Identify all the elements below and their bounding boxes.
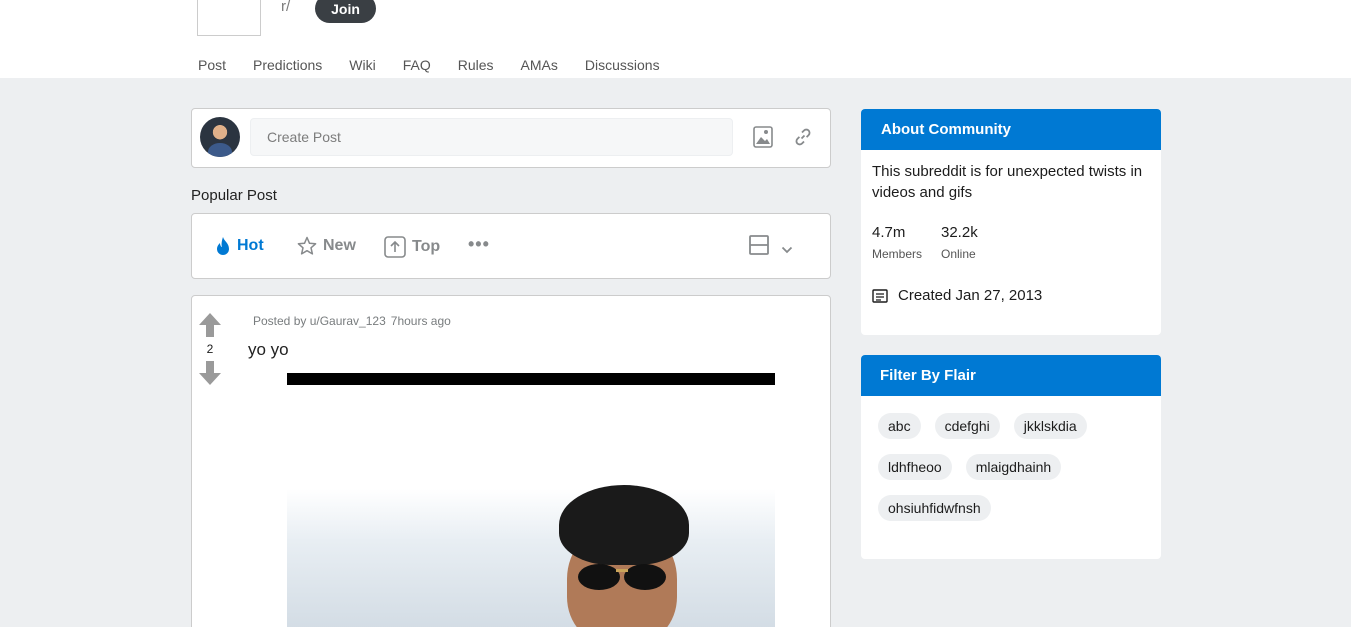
post-card[interactable]: 2 Posted by u/Gaurav_123 7hours ago yo yo [191,295,831,627]
popular-post-label: Popular Post [191,187,277,204]
more-options-icon[interactable]: ••• [468,234,490,255]
create-post-input[interactable] [250,118,733,156]
sort-hot[interactable]: Hot [215,236,264,256]
top-arrow-icon [384,236,406,258]
sort-top-label: Top [412,238,441,255]
post-meta: Posted by u/Gaurav_123 7hours ago [253,314,456,328]
flair-chip[interactable]: abc [878,413,921,439]
flair-chip[interactable]: cdefghi [934,413,1000,439]
tab-predictions[interactable]: Predictions [253,57,322,73]
downvote-icon[interactable] [198,360,222,391]
community-icon [197,0,261,36]
about-community-card: About Community This subreddit is for un… [861,109,1161,335]
tab-wiki[interactable]: Wiki [349,57,375,73]
image-icon[interactable] [753,126,773,148]
sort-top[interactable]: Top [384,236,440,258]
tab-discussions[interactable]: Discussions [585,57,660,73]
sort-hot-label: Hot [237,237,264,254]
person-hair [559,485,689,565]
create-post-box [191,108,831,168]
about-community-heading: About Community [861,109,1161,150]
flair-chip[interactable]: ldhfheoo [878,454,952,480]
sunglasses [578,564,666,590]
members-label: Members [872,247,923,261]
tab-faq[interactable]: FAQ [403,57,431,73]
community-tabs: Post Predictions Wiki FAQ Rules AMAs Dis… [198,57,687,73]
filter-by-flair-heading: Filter By Flair [861,355,1161,396]
post-time: 7hours ago [390,314,451,328]
flame-icon [217,237,229,255]
members-stat: 4.7m Members [872,224,922,261]
flair-chip[interactable]: mlaigdhainh [965,454,1062,480]
sort-new-label: New [323,237,356,254]
created-text: Created Jan 27, 2013 [898,287,1043,304]
chevron-down-icon[interactable] [781,241,793,259]
upvote-icon[interactable] [198,312,222,343]
tab-rules[interactable]: Rules [458,57,494,73]
user-avatar[interactable] [200,117,240,157]
community-header: r/ Join Post Predictions Wiki FAQ Rules … [0,0,1351,78]
created-date: Created Jan 27, 2013 [872,287,1042,304]
online-stat: 32.2k Online [941,224,978,261]
star-icon [297,236,317,255]
community-name[interactable]: r/ [281,0,290,15]
link-icon[interactable] [793,127,813,147]
post-title[interactable]: yo yo [248,340,289,360]
card-view-icon[interactable] [749,235,769,260]
flair-chip[interactable]: jkklskdia [1013,413,1087,439]
sort-new[interactable]: New [297,236,356,256]
vote-count: 2 [206,342,214,356]
flair-chip[interactable]: ohsiuhfidwfnsh [878,495,991,521]
online-label: Online [941,247,976,261]
join-button[interactable]: Join [315,0,376,23]
online-count: 32.2k [941,224,978,241]
post-author[interactable]: Posted by u/Gaurav_123 [253,314,386,328]
tab-amas[interactable]: AMAs [521,57,558,73]
post-image[interactable] [287,385,775,627]
filter-by-flair-card: Filter By Flair abc cdefghi jkklskdia ld… [861,355,1161,559]
tab-post[interactable]: Post [198,57,226,73]
post-media-bar [287,373,775,385]
calendar-icon [872,288,888,303]
members-count: 4.7m [872,224,906,241]
community-description: This subreddit is for unexpected twists … [872,163,1143,201]
sort-bar: Hot New Top ••• [191,213,831,279]
flair-list: abc cdefghi jkklskdia ldhfheoo mlaigdhai… [878,413,1148,521]
